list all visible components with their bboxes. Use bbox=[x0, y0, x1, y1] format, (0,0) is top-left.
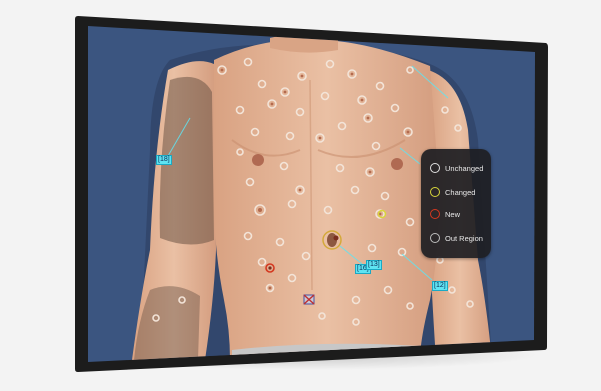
body-scan-display bbox=[75, 16, 548, 372]
out-region-dot-icon bbox=[430, 233, 440, 243]
lesion-tag[interactable]: [18] bbox=[156, 155, 172, 165]
unchanged-dot-icon bbox=[430, 163, 440, 173]
new-dot-icon bbox=[430, 209, 440, 219]
changed-dot-icon bbox=[430, 187, 440, 197]
legend-panel: Unchanged Changed New Out Region bbox=[421, 149, 491, 258]
legend-item-changed: Changed bbox=[430, 185, 475, 199]
lesion-tag[interactable]: [13] bbox=[366, 260, 382, 270]
legend-label: Unchanged bbox=[445, 163, 484, 173]
lesion-tag[interactable]: [12] bbox=[432, 281, 448, 291]
out-region-marker bbox=[303, 294, 315, 305]
legend-label: New bbox=[445, 209, 461, 219]
legend-item-unchanged: Unchanged bbox=[430, 161, 483, 175]
left-nipple bbox=[252, 154, 264, 166]
legend-label: Out Region bbox=[445, 233, 483, 243]
monitor: [18] [16] [13] [12] Unchanged Changed Ne… bbox=[0, 0, 601, 391]
legend-label: Changed bbox=[445, 187, 476, 197]
legend-item-out-region: Out Region bbox=[430, 231, 483, 245]
torso bbox=[214, 39, 440, 360]
legend-item-new: New bbox=[430, 207, 460, 221]
right-nipple bbox=[391, 158, 403, 170]
